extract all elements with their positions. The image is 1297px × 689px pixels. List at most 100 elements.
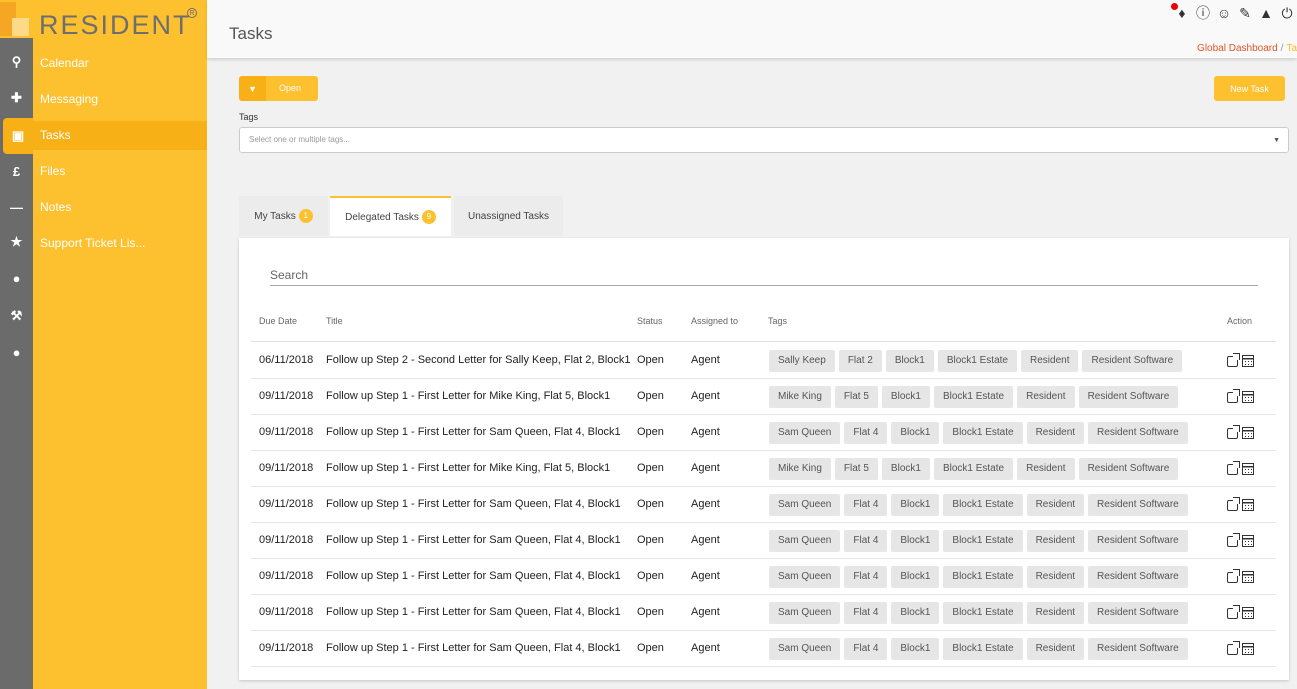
power-icon[interactable]: ⏻ bbox=[1279, 5, 1295, 21]
calendar-icon[interactable] bbox=[1242, 355, 1254, 367]
calendar-icon[interactable] bbox=[1242, 463, 1254, 475]
external-link-icon[interactable] bbox=[1227, 497, 1240, 511]
task-title[interactable]: Follow up Step 1 - First Letter for Sam … bbox=[326, 642, 621, 654]
table-row[interactable]: 09/11/2018 Follow up Step 1 - First Lette… bbox=[251, 451, 1276, 487]
user-icon[interactable]: ● bbox=[0, 334, 33, 370]
tag-chip[interactable]: Flat 4 bbox=[844, 530, 888, 552]
tag-chip[interactable]: Resident bbox=[1017, 458, 1075, 480]
external-link-icon[interactable] bbox=[1227, 605, 1240, 619]
tag-chip[interactable]: Resident Software bbox=[1082, 350, 1183, 372]
table-row[interactable]: 09/11/2018 Follow up Step 1 - First Lette… bbox=[251, 379, 1276, 415]
external-link-icon[interactable] bbox=[1227, 461, 1240, 475]
tag-chip[interactable]: Resident bbox=[1026, 566, 1085, 588]
tag-chip[interactable]: Block1 bbox=[881, 458, 930, 480]
tag-chip[interactable]: Block1 Estate bbox=[943, 638, 1023, 660]
task-title[interactable]: Follow up Step 1 - First Letter for Sam … bbox=[326, 606, 621, 618]
task-title[interactable]: Follow up Step 1 - First Letter for Sam … bbox=[326, 426, 621, 438]
smiley-icon[interactable]: ☺ bbox=[1216, 5, 1232, 21]
tag-chip[interactable]: Resident Software bbox=[1088, 566, 1188, 588]
tag-chip[interactable]: Resident bbox=[1026, 638, 1085, 660]
search-input[interactable] bbox=[270, 264, 1258, 286]
tag-chip[interactable]: Sam Queen bbox=[769, 566, 841, 588]
search-icon[interactable]: ⚲ bbox=[0, 44, 33, 80]
tag-chip[interactable]: Block1 Estate bbox=[937, 350, 1017, 372]
tag-chip[interactable]: Resident Software bbox=[1088, 638, 1188, 660]
tag-chip[interactable]: Resident Software bbox=[1078, 458, 1179, 480]
table-row[interactable]: 09/11/2018 Follow up Step 1 - First Lette… bbox=[251, 523, 1276, 559]
tag-chip[interactable]: Block1 Estate bbox=[943, 530, 1023, 552]
tag-chip[interactable]: Block1 Estate bbox=[943, 494, 1023, 516]
tag-chip[interactable]: Resident bbox=[1017, 386, 1075, 408]
pound-icon[interactable]: £ bbox=[0, 153, 33, 189]
tag-chip[interactable]: Resident Software bbox=[1088, 602, 1188, 624]
calendar-icon[interactable] bbox=[1242, 535, 1254, 547]
external-link-icon[interactable] bbox=[1227, 425, 1240, 439]
tag-chip[interactable]: Flat 4 bbox=[844, 422, 888, 444]
tag-chip[interactable]: Resident Software bbox=[1088, 422, 1188, 444]
external-link-icon[interactable] bbox=[1227, 389, 1240, 403]
external-link-icon[interactable] bbox=[1227, 641, 1240, 655]
tag-chip[interactable]: Flat 2 bbox=[838, 350, 882, 372]
task-title[interactable]: Follow up Step 2 - Second Letter for Sal… bbox=[326, 354, 631, 366]
calendar-icon[interactable] bbox=[1242, 571, 1254, 583]
tag-chip[interactable]: Block1 Estate bbox=[943, 422, 1023, 444]
tag-chip[interactable]: Block1 bbox=[891, 530, 940, 552]
tag-chip[interactable]: Mike King bbox=[769, 386, 831, 408]
calendar-icon[interactable] bbox=[1242, 643, 1254, 655]
star-icon[interactable]: ★ bbox=[0, 224, 33, 260]
tag-chip[interactable]: Block1 Estate bbox=[933, 458, 1014, 480]
ticket-icon[interactable]: ✎ bbox=[1237, 5, 1253, 21]
tag-chip[interactable]: Block1 bbox=[891, 638, 940, 660]
table-row[interactable]: 09/11/2018 Follow up Step 1 - First Lette… bbox=[251, 595, 1276, 631]
tag-chip[interactable]: Sam Queen bbox=[769, 602, 841, 624]
external-link-icon[interactable] bbox=[1227, 569, 1240, 583]
col-status[interactable]: Status bbox=[637, 316, 663, 326]
sidebar-item-support-tickets[interactable]: Support Ticket Lis... bbox=[33, 229, 207, 258]
graduation-cap-icon[interactable]: ▲ bbox=[1258, 5, 1274, 21]
tag-chip[interactable]: Resident Software bbox=[1078, 386, 1179, 408]
tag-chip[interactable]: Resident bbox=[1026, 530, 1085, 552]
tag-chip[interactable]: Flat 4 bbox=[844, 602, 888, 624]
breadcrumb-global-dashboard[interactable]: Global Dashboard bbox=[1197, 43, 1278, 54]
tag-chip[interactable]: Block1 bbox=[891, 602, 940, 624]
task-title[interactable]: Follow up Step 1 - First Letter for Sam … bbox=[326, 570, 621, 582]
table-row[interactable]: 09/11/2018 Follow up Step 1 - First Lette… bbox=[251, 559, 1276, 595]
tag-chip[interactable]: Resident Software bbox=[1088, 530, 1188, 552]
calendar-icon[interactable] bbox=[1242, 391, 1254, 403]
tag-chip[interactable]: Flat 5 bbox=[834, 458, 878, 480]
task-title[interactable]: Follow up Step 1 - First Letter for Mike… bbox=[326, 462, 610, 474]
tag-chip[interactable]: Sam Queen bbox=[769, 638, 841, 660]
minus-icon[interactable]: — bbox=[0, 189, 33, 225]
sidebar-item-notes[interactable]: Notes bbox=[33, 193, 207, 222]
table-row[interactable]: 09/11/2018 Follow up Step 1 - First Lette… bbox=[251, 415, 1276, 451]
task-title[interactable]: Follow up Step 1 - First Letter for Mike… bbox=[326, 390, 610, 402]
tag-chip[interactable]: Resident bbox=[1021, 350, 1079, 372]
tag-chip[interactable]: Block1 bbox=[891, 422, 940, 444]
tag-chip[interactable]: Flat 4 bbox=[844, 638, 888, 660]
lightbulb-icon[interactable]: ● bbox=[0, 260, 33, 296]
tab-delegated-tasks[interactable]: Delegated Tasks 9 bbox=[330, 196, 451, 236]
calendar-icon[interactable] bbox=[1242, 427, 1254, 439]
table-row[interactable]: 09/11/2018 Follow up Step 1 - First Lette… bbox=[251, 487, 1276, 523]
calendar-icon[interactable] bbox=[1242, 607, 1254, 619]
tag-chip[interactable]: Flat 5 bbox=[834, 386, 878, 408]
tag-chip[interactable]: Resident Software bbox=[1088, 494, 1188, 516]
col-due-date[interactable]: Due Date bbox=[259, 316, 297, 326]
external-link-icon[interactable] bbox=[1227, 353, 1240, 367]
tag-chip[interactable]: Sam Queen bbox=[769, 494, 841, 516]
tag-chip[interactable]: Sam Queen bbox=[769, 530, 841, 552]
tag-chip[interactable]: Block1 Estate bbox=[943, 602, 1023, 624]
tag-chip[interactable]: Block1 bbox=[891, 566, 940, 588]
sidebar-item-tasks[interactable]: Tasks bbox=[33, 121, 207, 150]
tag-chip[interactable]: Block1 bbox=[881, 386, 930, 408]
sidebar-item-messaging[interactable]: Messaging bbox=[33, 85, 207, 114]
info-icon[interactable]: ⓘ bbox=[1195, 5, 1211, 21]
tag-chip[interactable]: Sam Queen bbox=[769, 422, 841, 444]
tag-chip[interactable]: Flat 4 bbox=[844, 494, 888, 516]
sidebar-item-calendar[interactable]: Calendar bbox=[33, 49, 207, 78]
external-link-icon[interactable] bbox=[1227, 533, 1240, 547]
col-title[interactable]: Title bbox=[326, 316, 343, 326]
tag-chip[interactable]: Block1 bbox=[885, 350, 934, 372]
sidebar-item-files[interactable]: Files bbox=[33, 157, 207, 186]
tab-my-tasks[interactable]: My Tasks 1 bbox=[239, 196, 328, 236]
